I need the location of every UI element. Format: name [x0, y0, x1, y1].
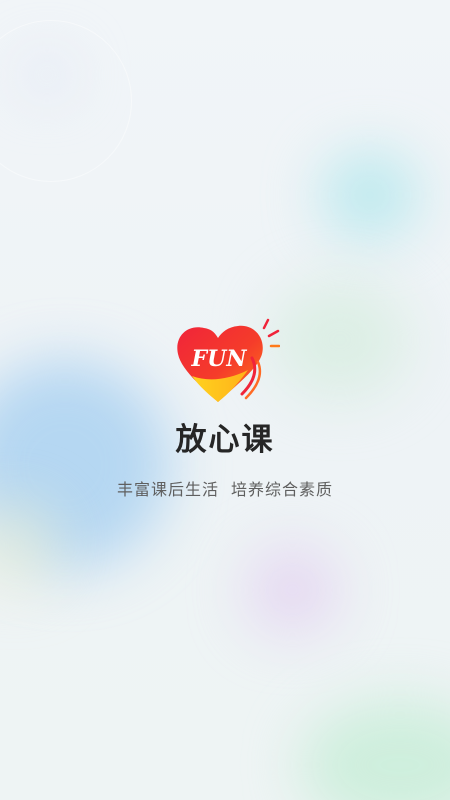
background-blob-purple — [245, 545, 340, 635]
background-blob-mint — [300, 700, 450, 800]
background-blob-cyan — [320, 150, 420, 240]
logo-text: FUN — [191, 346, 248, 372]
tagline: 丰富课后生活 培养综合素质 — [0, 478, 450, 502]
tagline-left: 丰富课后生活 — [116, 480, 219, 499]
logo-graphic: FUN — [177, 318, 280, 402]
background-blob-green — [270, 280, 410, 400]
app-name: 放心课 — [175, 422, 275, 458]
tagline-right: 培养综合素质 — [231, 480, 334, 499]
heart-fun-logo-icon: FUN — [168, 318, 280, 410]
background-ring — [0, 20, 132, 182]
splash-screen: FUN 放心课 丰富课后生活 培养综合素质 — [0, 0, 450, 800]
